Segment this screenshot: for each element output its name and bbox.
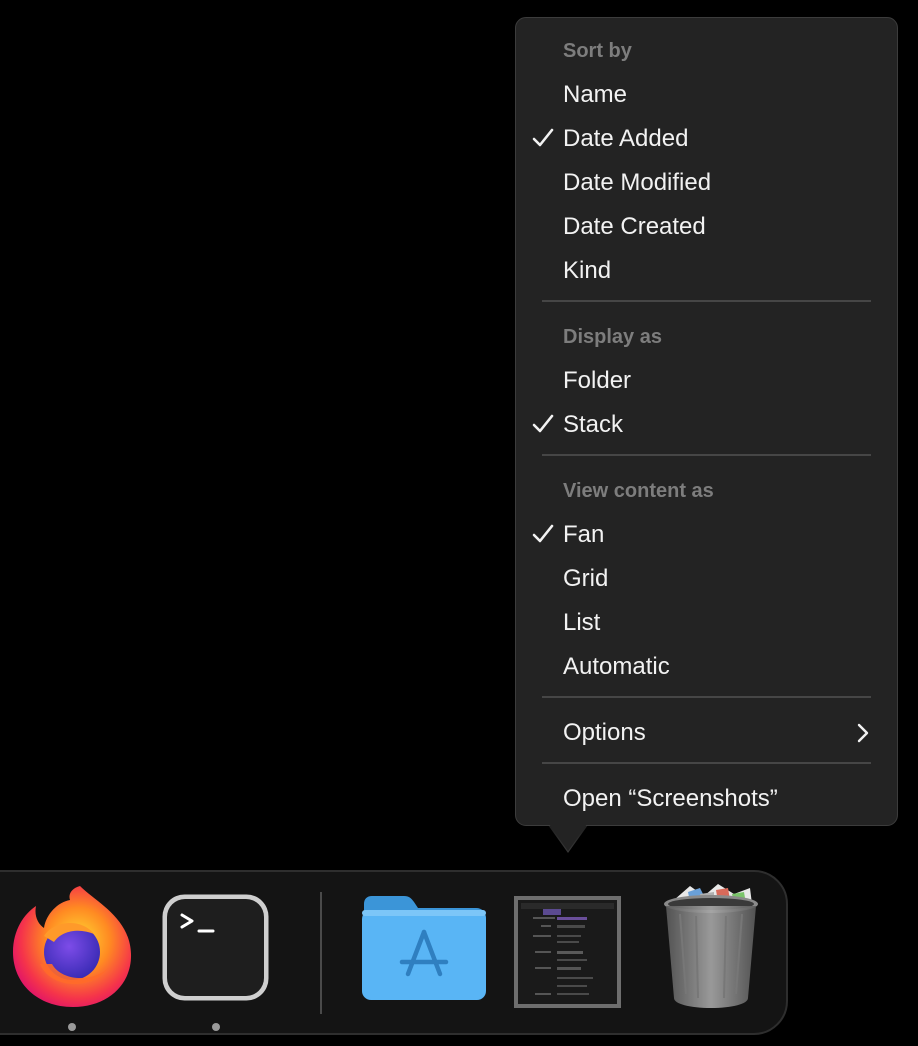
sort-name-item[interactable]: Name (516, 73, 897, 117)
menu-separator (542, 762, 871, 764)
checkmark-icon (532, 128, 554, 147)
menu-item-label: List (563, 609, 601, 636)
view-automatic-item[interactable]: Automatic (516, 645, 897, 689)
view-list-item[interactable]: List (516, 601, 897, 645)
stack-context-menu: Sort by Name Date Added Date Modified Da… (515, 17, 898, 826)
options-submenu-item[interactable]: Options (516, 711, 897, 755)
running-indicator (68, 1023, 76, 1031)
dock-item-screenshots[interactable] (513, 895, 622, 1009)
sort-by-header: Sort by (563, 39, 632, 62)
menu-item-label: Grid (563, 565, 609, 592)
terminal-icon (162, 894, 269, 1001)
display-as-header: Display as (563, 325, 662, 348)
menu-pointer (549, 824, 587, 851)
sort-kind-item[interactable]: Kind (516, 249, 897, 293)
dock-divider (320, 892, 322, 1014)
checkmark-icon (532, 414, 554, 433)
checkmark-icon (532, 524, 554, 543)
dock-item-trash[interactable] (660, 882, 762, 1010)
menu-item-label: Date Added (563, 125, 689, 152)
menu-item-label: Options (563, 719, 646, 746)
sort-date-added-item[interactable]: Date Added (516, 117, 897, 161)
display-stack-item[interactable]: Stack (516, 403, 897, 447)
dock-item-firefox[interactable] (10, 884, 134, 1008)
screenshots-stack-icon (514, 896, 621, 1008)
menu-separator (542, 454, 871, 456)
trash-icon (664, 884, 758, 1008)
sort-date-modified-item[interactable]: Date Modified (516, 161, 897, 205)
running-indicator (212, 1023, 220, 1031)
sort-date-created-item[interactable]: Date Created (516, 205, 897, 249)
menu-item-label: Stack (563, 411, 624, 438)
applications-folder-icon (362, 896, 486, 1000)
menu-item-label: Kind (563, 257, 612, 284)
menu-item-label: Automatic (563, 653, 670, 680)
open-screenshots-item[interactable]: Open “Screenshots” (516, 777, 897, 821)
view-grid-item[interactable]: Grid (516, 557, 897, 601)
menu-item-label: Open “Screenshots” (563, 785, 778, 812)
chevron-right-icon (857, 723, 869, 743)
menu-item-label: Name (563, 81, 628, 108)
view-content-as-header: View content as (563, 479, 714, 502)
view-fan-item[interactable]: Fan (516, 513, 897, 557)
menu-item-label: Folder (563, 367, 632, 394)
menu-separator (542, 696, 871, 698)
firefox-icon (13, 886, 132, 1007)
display-folder-item[interactable]: Folder (516, 359, 897, 403)
menu-item-label: Date Modified (563, 169, 712, 196)
menu-separator (542, 300, 871, 302)
menu-item-label: Date Created (563, 213, 706, 240)
menu-item-label: Fan (563, 521, 605, 548)
dock-item-terminal[interactable] (161, 893, 270, 1002)
dock-item-applications[interactable] (360, 894, 488, 1002)
